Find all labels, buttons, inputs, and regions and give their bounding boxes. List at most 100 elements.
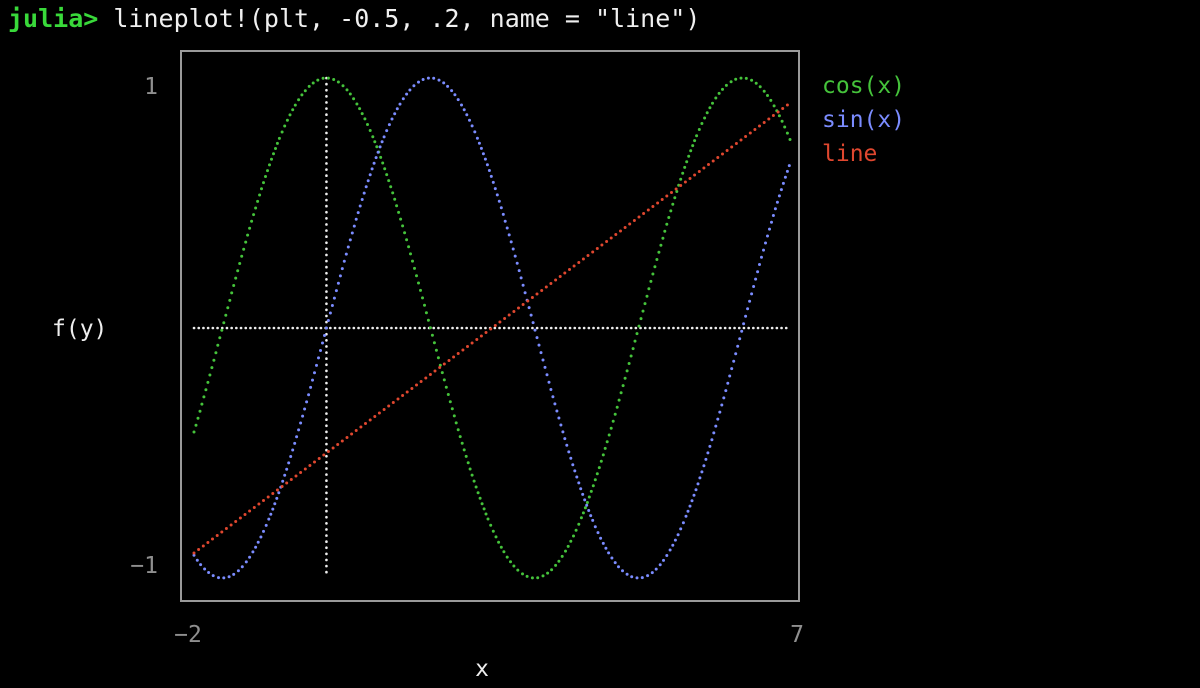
series-point [633,339,637,343]
series-point [426,318,430,322]
series-point [195,558,199,562]
series-point [546,571,550,575]
series-point [477,141,481,145]
series-point [681,171,685,175]
series-point [366,179,370,183]
series-point [321,341,324,345]
series-point [232,572,236,576]
series-point [460,441,464,445]
series-point [777,194,781,198]
series-point [601,541,605,545]
series-point [754,81,758,85]
series-point [521,572,524,576]
series-point [215,534,219,537]
series-point [663,229,667,233]
series-point [348,238,352,242]
series-point [313,371,316,375]
series-point [421,78,425,81]
series-point [224,527,228,530]
series-point [708,444,712,448]
series-point [771,114,775,117]
series-point [581,492,585,496]
series-point [217,576,220,580]
series-point [373,140,377,144]
series-point [243,513,247,516]
series-point [521,283,525,287]
series-point [595,247,599,250]
series-point [575,475,579,479]
series-point [609,426,613,430]
series-point [758,124,761,128]
series-point [341,84,345,88]
series-point [670,191,673,194]
series-point [617,398,621,402]
series-point [229,523,233,527]
series-point [653,265,657,269]
series-point [773,207,777,211]
series-point [393,197,397,201]
series-point [764,241,767,245]
series-point [240,254,244,258]
series-point [405,390,409,394]
series-point [423,303,426,307]
series-point [456,428,460,432]
series-point [251,550,255,554]
series-point [470,124,474,128]
series-point [391,401,395,404]
series-point [452,355,456,359]
series-point [661,236,665,240]
series-point [489,327,493,331]
series-point [403,231,407,235]
series-point [487,169,491,172]
series-point [196,416,200,420]
series-point [270,157,273,161]
series-point [450,407,454,411]
series-point [446,84,450,88]
legend-line: line [822,141,877,167]
y-axis-label: f(y) [52,316,107,342]
series-point [274,147,277,150]
series-point [405,238,409,242]
series-point [352,224,356,228]
series-point [651,205,655,208]
series-point [465,113,469,117]
series-point [475,136,479,140]
series-point [517,306,520,310]
series-point [285,118,289,122]
series-point [317,356,320,360]
series-point [355,102,359,106]
series-point [244,560,248,564]
series-point [336,281,340,285]
series-point [687,154,691,158]
series-point [591,250,595,254]
series-point [331,446,335,450]
series-point [444,385,448,389]
series-point [665,222,669,226]
series-point [345,88,349,92]
series-point [726,381,730,385]
series-point [730,367,734,371]
series-point [569,539,573,543]
series-point [244,240,248,244]
series-point [470,473,474,477]
legend-cos: cos(x) [822,73,905,99]
series-point [674,187,678,191]
series-point [216,343,220,347]
series-point [714,96,718,100]
series-point [549,282,553,285]
series-point [495,193,499,197]
series-point [192,430,196,434]
series-point [729,80,733,84]
series-point [503,317,507,320]
series-point [498,320,502,324]
series-point [419,288,422,292]
series-point [324,326,328,330]
series-point [430,333,434,337]
series-point [275,496,279,500]
series-point [466,461,470,465]
series-point [375,145,379,149]
series-point [415,383,418,387]
series-point [275,141,279,145]
series-point [617,565,620,569]
series-point [738,337,742,341]
